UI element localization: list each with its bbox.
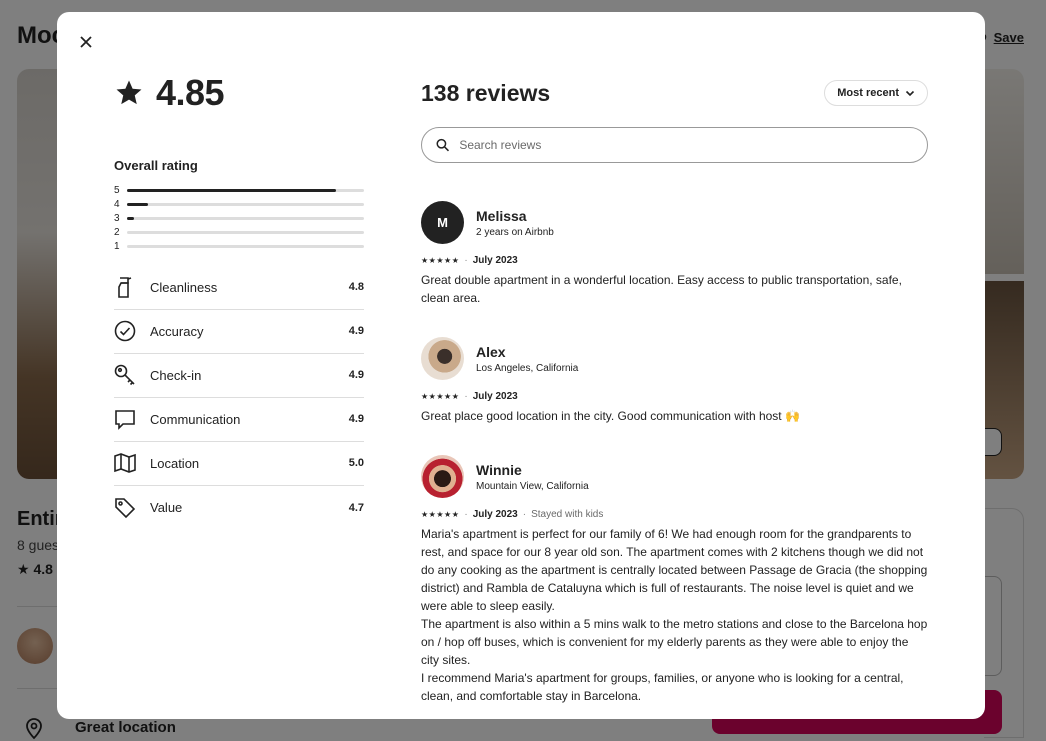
separator-dot: ·: [522, 509, 527, 520]
category-name: Check-in: [150, 367, 202, 383]
category-value: 5.0: [348, 457, 364, 470]
review-item: Alex Los Angeles, California ★★★★★ · July 20…: [421, 337, 928, 425]
overall-rating-label: Overall rating: [114, 158, 198, 173]
search-input[interactable]: [459, 138, 913, 152]
category-check-in: Check-in 4.9: [114, 354, 364, 398]
map-icon: [114, 452, 150, 474]
separator-dot: ·: [464, 509, 468, 520]
rating-bar-fill: [127, 188, 336, 192]
rating-bar-label: 1: [114, 241, 120, 253]
category-value: 4.9: [348, 325, 364, 338]
reviewer-name: Winnie: [476, 461, 522, 478]
rating-bar-row: 2: [114, 226, 364, 240]
chevron-down-icon: [905, 90, 915, 97]
category-ratings: Cleanliness 4.8 Accuracy 4.9 Check-in 4.9 Comm…: [114, 266, 364, 530]
rating-distribution: 5 4 3 2 1: [114, 183, 364, 254]
review-date: July 2023: [472, 391, 518, 402]
category-value: 4.7: [348, 501, 364, 514]
rating-bar-track: [127, 188, 364, 192]
category-name: Accuracy: [150, 323, 204, 339]
close-button[interactable]: [75, 31, 97, 53]
rating-bar-fill: [127, 202, 149, 206]
reviews-modal: 4.85 Overall rating 5 4 3 2 1 Cleanliness 4.8…: [57, 12, 985, 719]
overall-score: 4.85: [114, 72, 364, 114]
review-stars: ★★★★★: [421, 256, 460, 265]
reviewer-name: Melissa: [476, 207, 527, 224]
reviews-count: 138 reviews: [421, 79, 551, 106]
category-location: Location 5.0: [114, 442, 364, 486]
rating-bar-label: 4: [114, 198, 120, 210]
reviews-panel: 138 reviews Most recent M Melissa 2 years …: [421, 78, 928, 705]
reviewer-initial: M: [437, 215, 448, 230]
reviewer-subtitle: 2 years on Airbnb: [476, 226, 554, 238]
reviewer-name: Alex: [476, 343, 506, 360]
review-item: M Melissa 2 years on Airbnb ★★★★★ · July 2023…: [421, 201, 928, 307]
sort-label: Most recent: [837, 87, 899, 99]
review-item: Winnie Mountain View, California ★★★★★ · Jul…: [421, 455, 928, 705]
category-value: 4.9: [348, 369, 364, 382]
category-accuracy: Accuracy 4.9: [114, 310, 364, 354]
category-value: 4.8: [348, 281, 364, 294]
category-name: Communication: [150, 411, 241, 427]
search-box[interactable]: [421, 127, 928, 163]
rating-bar-track: [127, 216, 364, 220]
rating-bar-track: [127, 231, 364, 235]
sort-dropdown[interactable]: Most recent: [824, 80, 928, 106]
review-date: July 2023: [472, 509, 518, 520]
rating-summary: 4.85 Overall rating 5 4 3 2 1 Cleanliness 4.8…: [114, 72, 364, 530]
review-trip-type: Stayed with kids: [531, 509, 604, 520]
review-text: Maria's apartment is perfect for our fam…: [421, 527, 928, 703]
star-icon: [116, 80, 142, 105]
reviews-list: M Melissa 2 years on Airbnb ★★★★★ · July 2023…: [421, 201, 928, 705]
reviewer-subtitle: Los Angeles, California: [476, 362, 579, 374]
separator-dot: ·: [464, 255, 468, 266]
review-stars: ★★★★★: [421, 392, 460, 401]
check-circle-icon: [114, 320, 150, 342]
rating-bar-label: 2: [114, 227, 120, 239]
category-name: Value: [150, 500, 183, 516]
category-name: Cleanliness: [150, 279, 218, 295]
review-text: Great double apartment in a wonderful lo…: [421, 273, 902, 305]
rating-bar-row: 1: [114, 240, 364, 254]
rating-bar-label: 5: [114, 184, 120, 196]
rating-bar-track: [127, 202, 364, 206]
reviewer-avatar[interactable]: [421, 337, 464, 380]
category-value: 4.9: [348, 413, 364, 426]
spray-bottle-icon: [114, 275, 150, 299]
rating-bar-row: 3: [114, 211, 364, 225]
separator-dot: ·: [464, 391, 468, 402]
reviewer-avatar[interactable]: [421, 455, 464, 498]
rating-bar-row: 4: [114, 197, 364, 211]
chat-bubble-icon: [114, 408, 150, 431]
close-icon: [80, 36, 92, 48]
tag-icon: [114, 497, 150, 519]
search-icon: [436, 138, 450, 152]
category-communication: Communication 4.9: [114, 398, 364, 442]
review-stars: ★★★★★: [421, 510, 460, 519]
reviewer-avatar[interactable]: M: [421, 201, 464, 244]
rating-bar-row: 5: [114, 183, 364, 197]
review-date: July 2023: [472, 255, 518, 266]
review-text: Great place good location in the city. G…: [421, 409, 800, 423]
key-icon: [114, 364, 150, 386]
category-value: Value 4.7: [114, 486, 364, 530]
rating-bar-fill: [127, 216, 135, 220]
reviewer-subtitle: Mountain View, California: [476, 480, 589, 492]
category-name: Location: [150, 455, 200, 471]
rating-bar-label: 3: [114, 212, 120, 224]
overall-score-value: 4.85: [156, 72, 225, 113]
rating-bar-track: [127, 245, 364, 249]
category-cleanliness: Cleanliness 4.8: [114, 266, 364, 310]
